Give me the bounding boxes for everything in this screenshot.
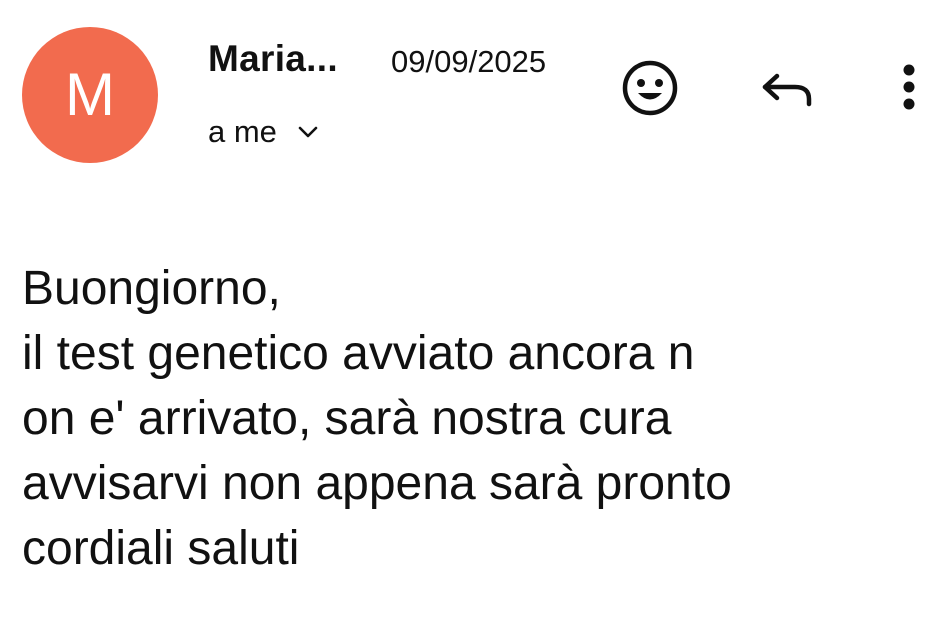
recipient-label: a me — [208, 114, 277, 149]
more-vertical-icon — [897, 58, 921, 123]
smiley-emoji-icon — [620, 58, 680, 123]
message-line: avvisarvi non appena sarà pronto — [22, 457, 732, 510]
add-reaction-button[interactable] — [618, 58, 682, 122]
reply-arrow-icon — [757, 58, 817, 123]
sender-avatar[interactable]: M — [22, 27, 158, 163]
message-line: Buongiorno, — [22, 262, 281, 315]
message-line: il test genetico avviato ancora n — [22, 327, 695, 380]
recipient-details-toggle[interactable]: a me — [208, 114, 319, 150]
chevron-down-icon — [297, 124, 319, 140]
message-line: cordiali saluti — [22, 522, 300, 575]
reply-button[interactable] — [755, 58, 819, 122]
sender-name[interactable]: Maria... — [208, 38, 338, 80]
message-line: on e' arrivato, sarà nostra cura — [22, 392, 672, 445]
avatar-initial: M — [65, 61, 115, 128]
message-body: Buongiorno, il test genetico avviato anc… — [22, 256, 922, 581]
more-options-button[interactable] — [885, 58, 933, 122]
message-date: 09/09/2025 — [391, 44, 547, 79]
